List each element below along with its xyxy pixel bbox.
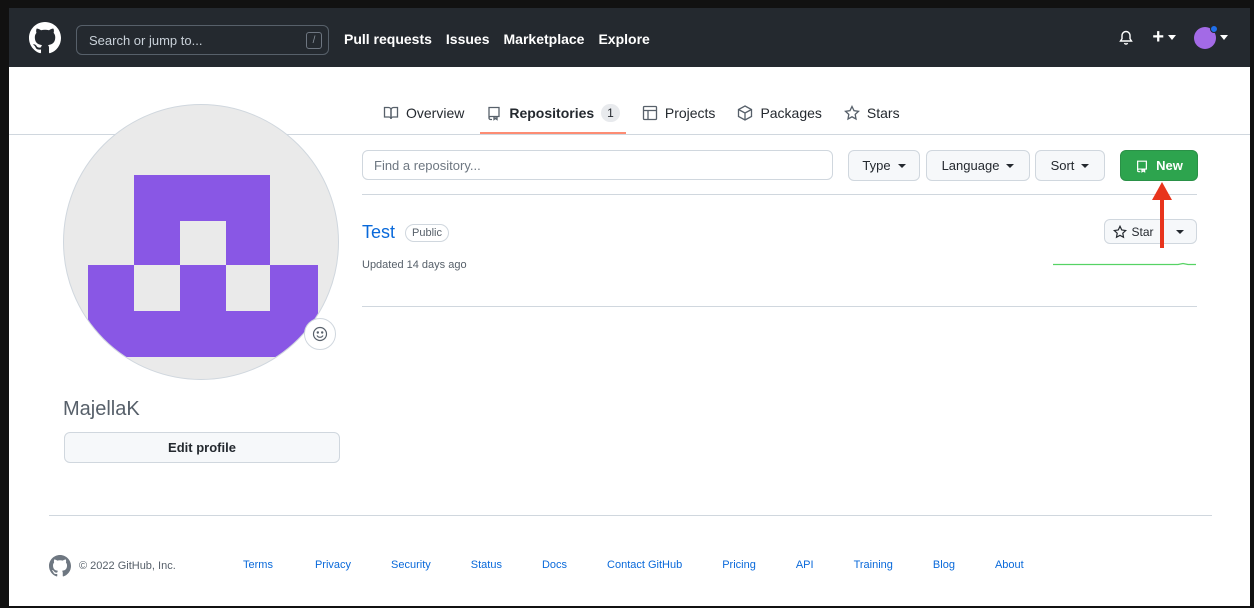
avatar-pixel — [88, 311, 318, 357]
repo-divider — [362, 306, 1197, 307]
avatar-pixel — [180, 265, 226, 311]
footer-link-pricing[interactable]: Pricing — [722, 559, 756, 571]
bell-icon[interactable] — [1118, 29, 1134, 47]
chevron-down-icon — [897, 163, 906, 168]
tab-label: Overview — [406, 105, 465, 121]
chevron-down-icon — [1006, 163, 1015, 168]
header-actions: + — [1118, 24, 1228, 49]
nav-explore[interactable]: Explore — [598, 31, 649, 47]
header-nav: Pull requests Issues Marketplace Explore — [344, 31, 650, 47]
visibility-badge: Public — [405, 224, 449, 242]
footer: © 2022 GitHub, Inc. — [49, 555, 176, 577]
footer-link-terms[interactable]: Terms — [243, 559, 273, 571]
search-placeholder: Search or jump to... — [89, 32, 203, 48]
chevron-down-icon — [1175, 229, 1184, 234]
smiley-icon — [312, 326, 328, 342]
top-header: Search or jump to... / Pull requests Iss… — [9, 8, 1250, 67]
footer-divider — [49, 515, 1212, 516]
nav-pull-requests[interactable]: Pull requests — [344, 31, 432, 47]
set-status-button[interactable] — [304, 318, 336, 350]
repo-count-badge: 1 — [601, 104, 620, 122]
footer-link-status[interactable]: Status — [471, 559, 502, 571]
footer-link-blog[interactable]: Blog — [933, 559, 955, 571]
user-menu[interactable] — [1194, 24, 1228, 49]
plus-icon: + — [1152, 26, 1164, 48]
profile-avatar — [63, 104, 339, 380]
footer-link-contact[interactable]: Contact GitHub — [607, 559, 682, 571]
star-icon — [843, 105, 860, 121]
profile-tabs: Overview Repositories 1 Projects Package… — [383, 98, 900, 134]
tab-repositories[interactable]: Repositories 1 — [480, 98, 626, 134]
avatar-pixel — [134, 175, 270, 221]
activity-sparkline — [1053, 262, 1196, 266]
status-dot — [1210, 24, 1218, 33]
repo-name-link[interactable]: Test — [362, 222, 395, 243]
language-filter-button[interactable]: Language — [926, 150, 1030, 181]
avatar — [1194, 24, 1218, 49]
footer-links: Terms Privacy Security Status Docs Conta… — [243, 559, 1024, 571]
star-icon — [1113, 224, 1128, 238]
sort-button[interactable]: Sort — [1035, 150, 1105, 181]
github-logo-icon[interactable] — [49, 555, 71, 577]
global-search-input[interactable]: Search or jump to... / — [76, 25, 329, 55]
avatar-pixel — [226, 265, 270, 311]
footer-link-training[interactable]: Training — [854, 559, 893, 571]
avatar-pixel — [134, 265, 180, 311]
button-label: Sort — [1050, 158, 1075, 173]
footer-link-docs[interactable]: Docs — [542, 559, 567, 571]
button-label: Type — [862, 158, 891, 173]
new-repository-button[interactable]: New — [1120, 150, 1198, 181]
footer-link-api[interactable]: API — [796, 559, 814, 571]
type-filter-button[interactable]: Type — [848, 150, 920, 181]
screen-frame-top — [0, 0, 1254, 8]
create-new-menu[interactable]: + — [1152, 26, 1176, 49]
chevron-down-icon — [1081, 163, 1090, 168]
annotation-arrow-icon — [1152, 182, 1172, 248]
nav-marketplace[interactable]: Marketplace — [504, 31, 585, 47]
repo-icon — [488, 106, 501, 121]
chevron-down-icon — [1168, 35, 1176, 40]
github-logo-icon[interactable] — [29, 22, 61, 54]
footer-link-privacy[interactable]: Privacy — [315, 559, 351, 571]
toolbar-divider — [362, 194, 1197, 195]
tab-overview[interactable]: Overview — [383, 98, 464, 128]
screen-frame-left — [0, 0, 9, 608]
tab-projects[interactable]: Projects — [642, 98, 716, 128]
slash-shortcut-icon: / — [306, 32, 322, 49]
nav-issues[interactable]: Issues — [446, 31, 490, 47]
tab-label: Packages — [760, 105, 822, 121]
table-icon — [642, 105, 658, 121]
tab-stars[interactable]: Stars — [843, 98, 900, 128]
tab-label: Stars — [866, 105, 900, 121]
edit-profile-button[interactable]: Edit profile — [64, 432, 340, 463]
book-icon — [383, 106, 399, 120]
tab-label: Repositories — [509, 105, 595, 121]
avatar-pixel — [134, 219, 180, 267]
tab-packages[interactable]: Packages — [737, 98, 822, 128]
screen-frame-right — [1250, 0, 1254, 608]
footer-copyright: © 2022 GitHub, Inc. — [79, 560, 176, 572]
find-repository-input[interactable] — [362, 150, 833, 180]
repo-icon — [1137, 160, 1148, 173]
button-label: New — [1156, 158, 1183, 173]
tab-label: Projects — [664, 105, 716, 121]
avatar-pixel — [226, 219, 270, 267]
chevron-down-icon — [1220, 35, 1228, 40]
profile-username: MajellaK — [63, 398, 140, 420]
footer-link-security[interactable]: Security — [391, 559, 431, 571]
footer-link-about[interactable]: About — [995, 559, 1024, 571]
package-icon — [738, 105, 753, 121]
repo-updated-time: Updated 14 days ago — [362, 259, 467, 271]
button-label: Language — [941, 158, 1000, 173]
